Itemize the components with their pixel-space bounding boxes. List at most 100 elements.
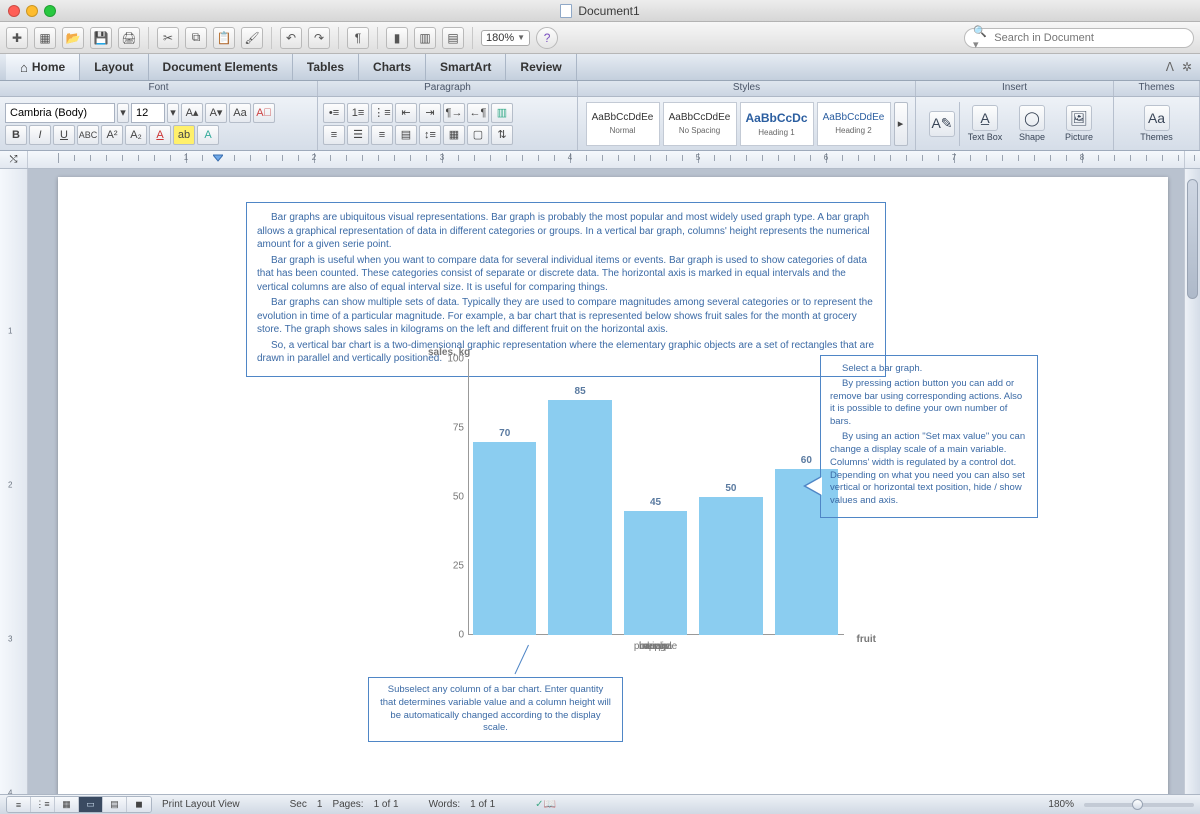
underline-button[interactable]: U xyxy=(53,125,75,145)
zoom-slider[interactable] xyxy=(1084,803,1194,807)
document-canvas[interactable]: Bar graphs are ubiquitous visual represe… xyxy=(28,169,1184,794)
vertical-ruler[interactable]: 1234 xyxy=(0,169,28,794)
tab-smartart[interactable]: SmartArt xyxy=(426,54,506,80)
strikethrough-button[interactable]: ABC xyxy=(77,125,99,145)
tab-charts[interactable]: Charts xyxy=(359,54,426,80)
tab-layout[interactable]: Layout xyxy=(80,54,148,80)
show-formatting-button[interactable]: ¶ xyxy=(347,27,369,49)
zoom-selector[interactable]: 180% ▼ xyxy=(481,30,530,46)
multilevel-list-button[interactable]: ⋮≡ xyxy=(371,103,393,123)
styles-more-button[interactable]: ▸ xyxy=(894,102,908,146)
increase-indent-button[interactable]: ⇥ xyxy=(419,103,441,123)
style-normal[interactable]: AaBbCcDdEeNormal xyxy=(586,102,660,146)
gallery-button[interactable]: ▤ xyxy=(442,27,464,49)
toolbox-button[interactable]: ▥ xyxy=(414,27,436,49)
view-print-layout-button[interactable]: ▭ xyxy=(79,797,103,812)
copy-button[interactable]: ⧉ xyxy=(185,27,207,49)
vertical-scrollbar[interactable] xyxy=(1184,169,1200,794)
font-name-input[interactable] xyxy=(5,103,115,123)
align-left-button[interactable]: ≡ xyxy=(323,125,345,145)
ribbon-settings-icon[interactable]: ✲ xyxy=(1182,60,1192,74)
shrink-font-button[interactable]: A▾ xyxy=(205,103,227,123)
status-pages-value: 1 of 1 xyxy=(374,799,399,810)
style-heading-1[interactable]: AaBbCcDcHeading 1 xyxy=(740,102,814,146)
bar-banana[interactable]: 50banana xyxy=(699,497,762,635)
search-field-wrap[interactable]: 🔍▾ xyxy=(964,28,1194,48)
columns-icon[interactable]: ▥ xyxy=(491,103,513,123)
ltr-button[interactable]: ¶→ xyxy=(443,103,465,123)
shape-button[interactable]: ◯Shape xyxy=(1010,105,1054,142)
zoom-slider-knob[interactable] xyxy=(1132,799,1143,810)
view-draft-button[interactable]: ≡ xyxy=(7,797,31,812)
font-size-dropdown[interactable]: ▾ xyxy=(167,103,179,123)
cut-button[interactable]: ✂ xyxy=(157,27,179,49)
highlight-button[interactable]: ab xyxy=(173,125,195,145)
justify-button[interactable]: ▤ xyxy=(395,125,417,145)
font-size-input[interactable] xyxy=(131,103,165,123)
line-spacing-button[interactable]: ↕≡ xyxy=(419,125,441,145)
text-effects-button[interactable]: A xyxy=(197,125,219,145)
bold-button[interactable]: B xyxy=(5,125,27,145)
bullets-button[interactable]: •≡ xyxy=(323,103,345,123)
align-center-button[interactable]: ☰ xyxy=(347,125,369,145)
intro-p3: Bar graphs can show multiple sets of dat… xyxy=(257,296,875,337)
subscript-button[interactable]: A₂ xyxy=(125,125,147,145)
shading-button[interactable]: ▦ xyxy=(443,125,465,145)
paste-button[interactable]: 📋 xyxy=(213,27,235,49)
view-publishing-button[interactable]: ▦ xyxy=(55,797,79,812)
callout-bottom[interactable]: Subselect any column of a bar chart. Ent… xyxy=(368,677,623,742)
view-notebook-button[interactable]: ▤ xyxy=(103,797,127,812)
font-name-dropdown[interactable]: ▾ xyxy=(117,103,129,123)
ruler-corner[interactable]: ⤭ xyxy=(0,151,28,168)
rtl-button[interactable]: ←¶ xyxy=(467,103,489,123)
format-painter-button[interactable]: 🖌 xyxy=(241,27,263,49)
print-button[interactable]: 🖨 xyxy=(118,27,140,49)
tab-review[interactable]: Review xyxy=(506,54,576,80)
borders-button[interactable]: ▢ xyxy=(467,125,489,145)
change-case-button[interactable]: Aa xyxy=(229,103,251,123)
style-no-spacing[interactable]: AaBbCcDdEeNo Spacing xyxy=(663,102,737,146)
tab-tables[interactable]: Tables xyxy=(293,54,359,80)
bar-kiwi[interactable]: 45kiwi xyxy=(624,511,687,635)
spellcheck-icon[interactable]: ✓📖 xyxy=(535,799,556,810)
tab-home[interactable]: Home xyxy=(6,54,80,80)
themes-button[interactable]: AaThemes xyxy=(1135,105,1179,142)
decrease-indent-button[interactable]: ⇤ xyxy=(395,103,417,123)
superscript-button[interactable]: A² xyxy=(101,125,123,145)
new-document-button[interactable]: ✚ xyxy=(6,27,28,49)
clear-formatting-button[interactable]: A⃠ xyxy=(253,103,275,123)
horizontal-ruler[interactable]: 123456789 xyxy=(28,151,1184,168)
style-heading-2[interactable]: AaBbCcDdEeHeading 2 xyxy=(817,102,891,146)
search-input[interactable] xyxy=(994,32,1185,44)
view-focus-button[interactable]: ◼ xyxy=(127,797,151,812)
intro-text-box[interactable]: Bar graphs are ubiquitous visual represe… xyxy=(246,202,886,377)
quick-access-toolbar: ✚ ▦ 📂 💾 🖨 ✂ ⧉ 📋 🖌 ↶ ↷ ¶ ▮ ▥ ▤ 180% ▼ ? 🔍… xyxy=(0,22,1200,54)
ribbon-collapse-icon[interactable]: ᐱ xyxy=(1166,60,1174,74)
picture-button[interactable]: 🖼Picture xyxy=(1057,105,1101,142)
undo-button[interactable]: ↶ xyxy=(280,27,302,49)
italic-button[interactable]: I xyxy=(29,125,51,145)
textbox-button[interactable]: A̲Text Box xyxy=(963,105,1007,142)
templates-button[interactable]: ▦ xyxy=(34,27,56,49)
bar-chart[interactable]: sales, kg fruit 0255075100 70apple85oran… xyxy=(408,355,848,665)
bar-value: 45 xyxy=(624,497,687,508)
save-button[interactable]: 💾 xyxy=(90,27,112,49)
open-button[interactable]: 📂 xyxy=(62,27,84,49)
bar-orange[interactable]: 85orange xyxy=(548,400,611,635)
callout-right[interactable]: Select a bar graph. By pressing action b… xyxy=(820,355,1038,518)
bar-apple[interactable]: 70apple xyxy=(473,442,536,635)
styles-pane-button[interactable]: A✎ xyxy=(928,111,956,137)
align-right-button[interactable]: ≡ xyxy=(371,125,393,145)
sidebar-toggle-button[interactable]: ▮ xyxy=(386,27,408,49)
view-outline-button[interactable]: ⋮≡ xyxy=(31,797,55,812)
grow-font-button[interactable]: A▴ xyxy=(181,103,203,123)
numbering-button[interactable]: 1≡ xyxy=(347,103,369,123)
sort-button[interactable]: ⇅ xyxy=(491,125,513,145)
group-label-themes: Themes xyxy=(1114,81,1200,96)
scrollbar-thumb[interactable] xyxy=(1187,179,1198,299)
callout-right-p1: Select a bar graph. xyxy=(830,363,1028,376)
font-color-button[interactable]: A xyxy=(149,125,171,145)
help-button[interactable]: ? xyxy=(536,27,558,49)
tab-document-elements[interactable]: Document Elements xyxy=(149,54,293,80)
redo-button[interactable]: ↷ xyxy=(308,27,330,49)
